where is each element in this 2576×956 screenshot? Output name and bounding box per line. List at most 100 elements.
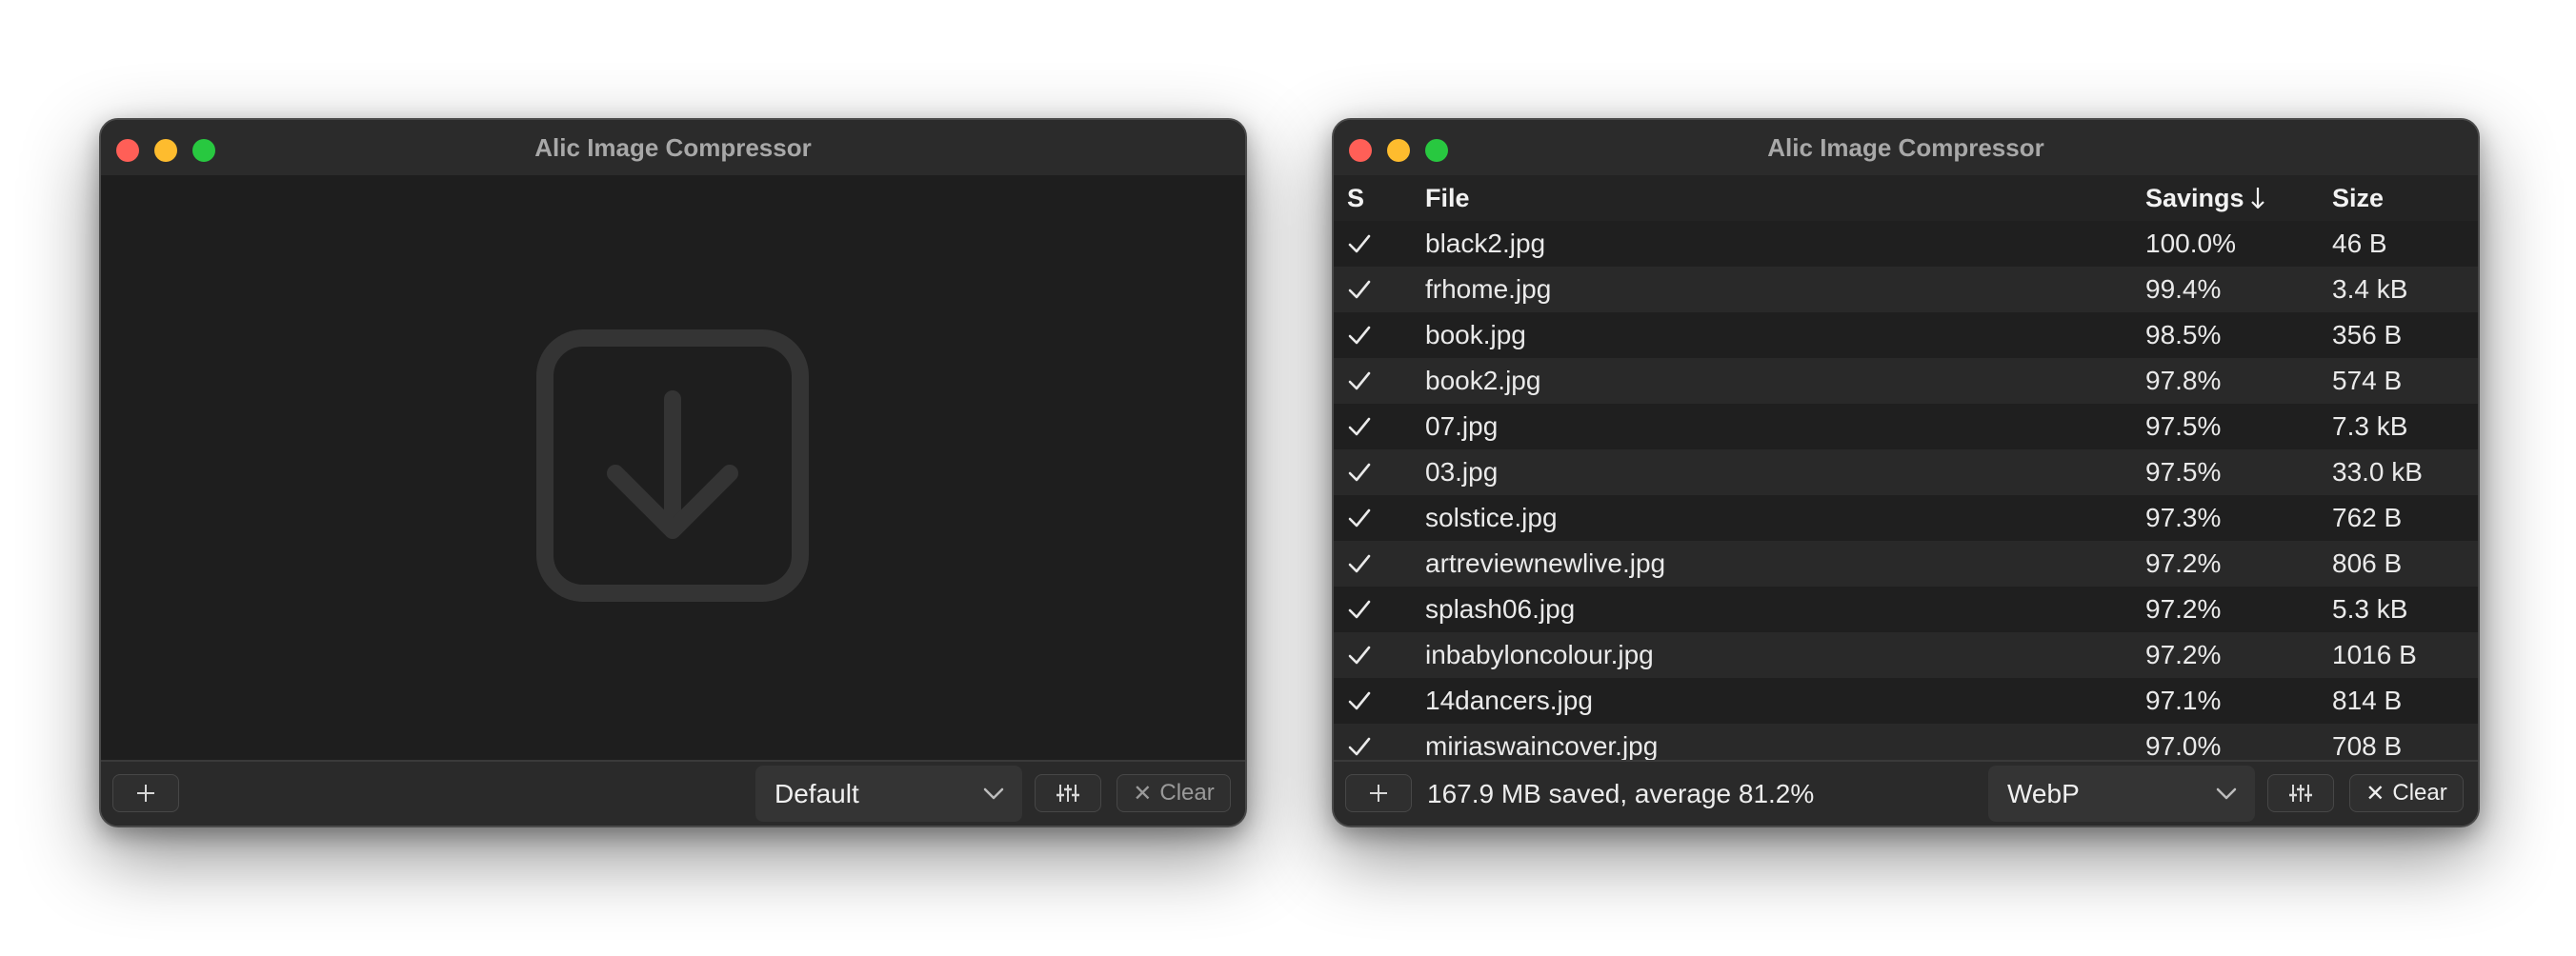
savings-cell: 97.3%: [2145, 503, 2222, 532]
clear-button-label: Clear: [1159, 780, 1215, 806]
format-select-value: WebP: [2007, 779, 2080, 808]
file-name-cell: book2.jpg: [1425, 366, 1541, 395]
size-cell: 7.3 kB: [2332, 411, 2408, 441]
clear-button-label: Clear: [2392, 780, 2447, 806]
settings-button[interactable]: [2267, 774, 2334, 812]
clear-button[interactable]: ✕ Clear: [1117, 774, 1231, 812]
file-name-cell: inbabyloncolour.jpg: [1425, 640, 1654, 669]
plus-icon: [1370, 785, 1387, 802]
size-cell: 574 B: [2332, 366, 2403, 395]
format-select[interactable]: WebP: [1988, 766, 2255, 822]
checkmark-icon: [1348, 326, 1371, 345]
savings-cell: 97.5%: [2145, 457, 2222, 487]
close-icon: ✕: [1133, 780, 1153, 807]
format-select[interactable]: Default: [755, 766, 1022, 822]
size-cell: 762 B: [2332, 503, 2403, 532]
file-name-cell: artreviewnewlive.jpg: [1425, 548, 1666, 578]
plus-icon: [137, 785, 154, 802]
add-files-button[interactable]: [112, 774, 179, 812]
clear-button[interactable]: ✕ Clear: [2349, 774, 2464, 812]
column-header-savings-label: Savings: [2145, 184, 2244, 212]
sort-descending-icon: [2250, 187, 2264, 209]
checkmark-icon: [1348, 600, 1371, 619]
column-header-file[interactable]: File: [1425, 175, 1470, 221]
file-name-cell: black2.jpg: [1425, 229, 1546, 258]
checkmark-icon: [1348, 371, 1371, 390]
close-icon: ✕: [2365, 780, 2385, 807]
savings-cell: 97.0%: [2145, 731, 2222, 761]
table-row[interactable]: book.jpg 98.5% 356 B: [1334, 312, 2478, 358]
file-name-cell: 07.jpg: [1425, 411, 1499, 441]
compressor-window-empty: Alic Image Compressor Default ✕ Clear: [99, 118, 1247, 827]
table-row[interactable]: 03.jpg 97.5% 33.0 kB: [1334, 449, 2478, 495]
column-header-size[interactable]: Size: [2332, 175, 2384, 221]
savings-cell: 97.2%: [2145, 548, 2222, 578]
file-name-cell: frhome.jpg: [1425, 274, 1552, 304]
chevron-down-icon: [2216, 787, 2237, 800]
compressor-window-results: Alic Image Compressor S File Savings Siz…: [1332, 118, 2480, 827]
checkmark-icon: [1348, 280, 1371, 299]
checkmark-icon: [1348, 463, 1371, 482]
savings-cell: 97.2%: [2145, 640, 2222, 669]
format-select-value: Default: [775, 779, 859, 808]
file-name-cell: 03.jpg: [1425, 457, 1499, 487]
title-bar: Alic Image Compressor: [101, 120, 1245, 176]
settings-button[interactable]: [1035, 774, 1101, 812]
size-cell: 1016 B: [2332, 640, 2417, 669]
add-files-button[interactable]: [1345, 774, 1412, 812]
column-header-status[interactable]: S: [1347, 175, 1364, 221]
checkmark-icon: [1348, 417, 1371, 436]
chevron-down-icon: [983, 787, 1004, 800]
title-bar: Alic Image Compressor: [1334, 120, 2478, 176]
sliders-icon: [1057, 785, 1079, 802]
window-title: Alic Image Compressor: [1767, 133, 2044, 162]
bottom-toolbar: Default ✕ Clear: [101, 760, 1245, 826]
table-row[interactable]: inbabyloncolour.jpg 97.2% 1016 B: [1334, 632, 2478, 678]
checkmark-icon: [1348, 554, 1371, 573]
savings-summary: 167.9 MB saved, average 81.2%: [1427, 779, 1815, 808]
file-name-cell: splash06.jpg: [1425, 594, 1576, 624]
file-name-cell: solstice.jpg: [1425, 503, 1558, 532]
table-header: S File Savings Size: [1334, 175, 2478, 221]
table-row[interactable]: solstice.jpg 97.3% 762 B: [1334, 495, 2478, 541]
file-name-cell: book.jpg: [1425, 320, 1526, 349]
size-cell: 3.4 kB: [2332, 274, 2408, 304]
file-name-cell: miriaswaincover.jpg: [1425, 731, 1659, 761]
savings-cell: 97.1%: [2145, 686, 2222, 715]
results-table: S File Savings Size black2.jpg 100.0% 46 B…: [1334, 175, 2478, 762]
savings-cell: 97.2%: [2145, 594, 2222, 624]
size-cell: 356 B: [2332, 320, 2403, 349]
table-row[interactable]: artreviewnewlive.jpg 97.2% 806 B: [1334, 541, 2478, 587]
table-body: black2.jpg 100.0% 46 B frhome.jpg 99.4% 3.4 k…: [1334, 221, 2478, 762]
savings-cell: 99.4%: [2145, 274, 2222, 304]
table-row[interactable]: miriaswaincover.jpg 97.0% 708 B: [1334, 724, 2478, 762]
window-title: Alic Image Compressor: [534, 133, 812, 162]
size-cell: 708 B: [2332, 731, 2403, 761]
table-row[interactable]: frhome.jpg 99.4% 3.4 kB: [1334, 267, 2478, 312]
checkmark-icon: [1348, 234, 1371, 253]
size-cell: 814 B: [2332, 686, 2403, 715]
download-drop-icon: [536, 329, 809, 602]
savings-cell: 98.5%: [2145, 320, 2222, 349]
column-header-savings[interactable]: Savings: [2145, 175, 2267, 221]
checkmark-icon: [1348, 737, 1371, 756]
checkmark-icon: [1348, 691, 1371, 710]
bottom-toolbar: 167.9 MB saved, average 81.2% WebP ✕ Cle…: [1334, 760, 2478, 826]
savings-cell: 100.0%: [2145, 229, 2236, 258]
size-cell: 33.0 kB: [2332, 457, 2423, 487]
table-row[interactable]: splash06.jpg 97.2% 5.3 kB: [1334, 587, 2478, 632]
table-row[interactable]: black2.jpg 100.0% 46 B: [1334, 221, 2478, 267]
drop-zone[interactable]: [101, 175, 1245, 762]
table-row[interactable]: 14dancers.jpg 97.1% 814 B: [1334, 678, 2478, 724]
savings-cell: 97.8%: [2145, 366, 2222, 395]
sliders-icon: [2289, 785, 2312, 802]
table-row[interactable]: 07.jpg 97.5% 7.3 kB: [1334, 404, 2478, 449]
checkmark-icon: [1348, 646, 1371, 665]
checkmark-icon: [1348, 508, 1371, 528]
savings-cell: 97.5%: [2145, 411, 2222, 441]
file-name-cell: 14dancers.jpg: [1425, 686, 1593, 715]
table-row[interactable]: book2.jpg 97.8% 574 B: [1334, 358, 2478, 404]
size-cell: 806 B: [2332, 548, 2403, 578]
size-cell: 46 B: [2332, 229, 2387, 258]
size-cell: 5.3 kB: [2332, 594, 2408, 624]
